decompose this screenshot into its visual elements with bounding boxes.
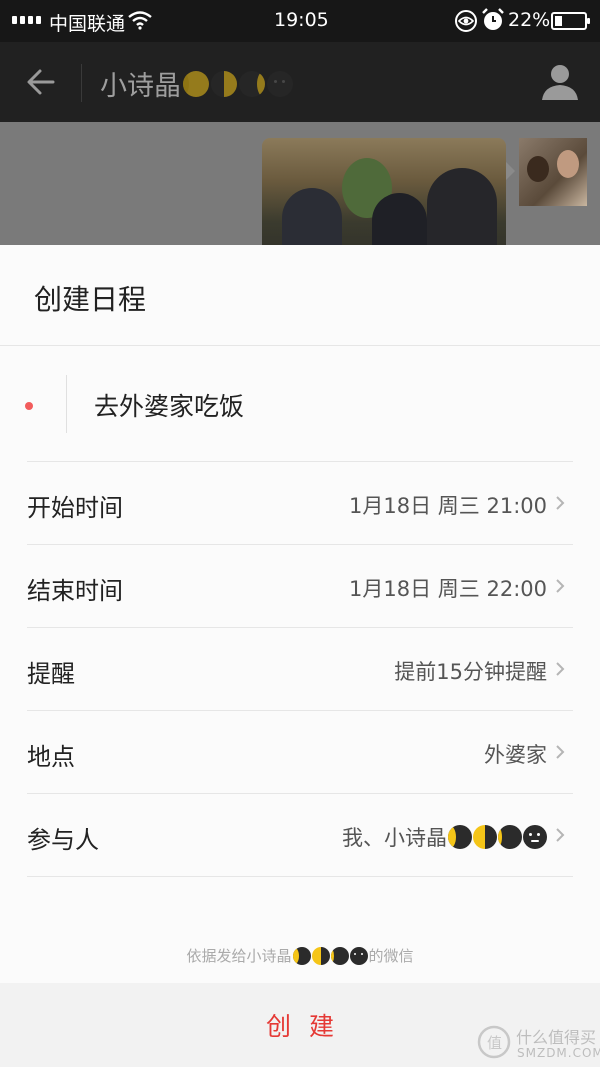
contact-profile-icon[interactable] xyxy=(538,60,582,104)
back-arrow-icon[interactable] xyxy=(22,62,62,102)
row-value: 1月18日 周三 22:00 xyxy=(349,577,547,601)
chat-photo-message[interactable] xyxy=(262,138,506,245)
participants-value: 我、小诗晶 xyxy=(342,822,547,852)
chevron-right-icon xyxy=(556,496,565,510)
chat-background xyxy=(0,122,600,245)
smzdm-logo-icon: 值 xyxy=(477,1025,511,1059)
end-time-row[interactable]: 结束时间 1月18日 周三 22:00 xyxy=(27,545,573,628)
wifi-icon xyxy=(128,11,152,30)
row-label: 开始时间 xyxy=(27,494,123,522)
watermark-domain: SMZDM.COM xyxy=(517,1046,600,1060)
first-quarter-moon-icon xyxy=(211,70,237,97)
waxing-gibbous-moon-icon xyxy=(183,70,209,97)
new-moon-face-icon xyxy=(349,946,368,965)
first-quarter-moon-icon xyxy=(473,825,497,849)
row-label: 结束时间 xyxy=(27,577,123,605)
status-bar: 中国联通 19:05 22% xyxy=(0,0,600,42)
chevron-right-icon xyxy=(556,745,565,759)
event-color-dot xyxy=(25,402,33,410)
new-moon-face-icon xyxy=(267,70,293,97)
source-note-suffix: 的微信 xyxy=(368,947,414,965)
event-title-input[interactable]: 去外婆家吃饭 xyxy=(94,387,244,423)
source-note: 依据发给小诗晶 的微信 xyxy=(0,945,600,966)
chat-header: 小诗晶 xyxy=(0,42,600,122)
alarm-clock-icon xyxy=(482,8,504,30)
bubble-tail xyxy=(506,162,515,180)
avatar[interactable] xyxy=(519,138,587,206)
row-value: 1月18日 周三 21:00 xyxy=(349,494,547,518)
waning-crescent-moon-icon xyxy=(498,825,522,849)
row-label: 地点 xyxy=(27,743,75,771)
reminder-row[interactable]: 提醒 提前15分钟提醒 xyxy=(27,628,573,711)
row-value: 外婆家 xyxy=(484,743,547,767)
waxing-crescent-moon-icon xyxy=(448,825,472,849)
battery-icon xyxy=(551,12,590,30)
eye-icon xyxy=(455,10,477,32)
signal-icon xyxy=(12,16,41,24)
row-label: 参与人 xyxy=(27,826,99,854)
chat-title: 小诗晶 xyxy=(100,64,293,103)
chevron-right-icon xyxy=(556,662,565,676)
header-divider xyxy=(81,64,82,102)
watermark-title: 什么值得买 xyxy=(516,1028,597,1047)
waxing-crescent-moon-icon xyxy=(292,946,311,965)
carrier-name: 中国联通 xyxy=(49,13,126,35)
battery-percent: 22% xyxy=(508,9,551,31)
row-value: 我、小诗晶 xyxy=(342,826,447,850)
divider xyxy=(0,345,600,346)
row-value: 提前15分钟提醒 xyxy=(394,660,547,684)
location-row[interactable]: 地点 外婆家 xyxy=(27,711,573,794)
waning-crescent-moon-icon xyxy=(330,946,349,965)
sheet-title: 创建日程 xyxy=(34,283,147,316)
new-moon-face-icon xyxy=(523,825,547,849)
svg-text:值: 值 xyxy=(487,1034,502,1052)
row-label: 提醒 xyxy=(27,660,75,688)
participants-row[interactable]: 参与人 我、小诗晶 xyxy=(27,794,573,877)
start-time-row[interactable]: 开始时间 1月18日 周三 21:00 xyxy=(27,462,573,545)
create-schedule-sheet: 创建日程 去外婆家吃饭 开始时间 1月18日 周三 21:00 结束时间 1月1… xyxy=(0,245,600,1067)
create-button-label: 创建 xyxy=(265,1012,352,1041)
source-note-prefix: 依据发给小诗晶 xyxy=(186,947,292,965)
chevron-right-icon xyxy=(556,828,565,842)
watermark: 值 什么值得买 SMZDM.COM xyxy=(474,1020,600,1064)
waxing-crescent-moon-icon xyxy=(239,70,265,97)
clock-time: 19:05 xyxy=(274,9,329,31)
first-quarter-moon-icon xyxy=(311,946,330,965)
divider xyxy=(66,375,67,433)
chevron-right-icon xyxy=(556,579,565,593)
chat-title-text: 小诗晶 xyxy=(100,71,181,102)
